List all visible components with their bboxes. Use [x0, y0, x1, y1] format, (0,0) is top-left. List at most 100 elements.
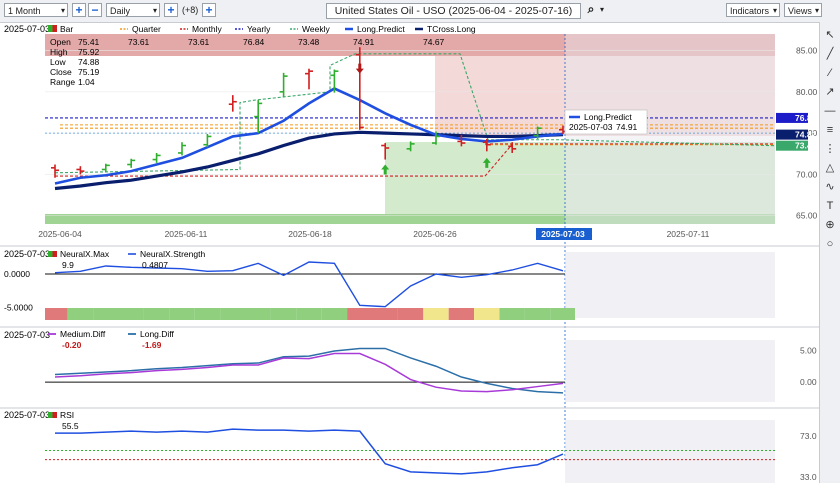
ohlc-value: 75.19 — [78, 67, 100, 77]
neural-panel: 0.0000 -5.0000 — [4, 261, 575, 320]
top-toolbar: 1 Month ▾ + − Daily ▾ + (+8) + United Stat… — [0, 0, 840, 23]
neural-band-cell — [499, 308, 525, 320]
line-icon[interactable]: ╱ — [823, 47, 837, 61]
neural-band-cell — [270, 308, 297, 320]
legend-label: RSI — [60, 410, 74, 420]
add-study-button[interactable]: + — [202, 3, 216, 17]
zoom-in-button[interactable]: + — [72, 3, 86, 17]
ohlc-label: Low — [50, 57, 66, 67]
rsi-tick: 33.0 — [800, 472, 817, 482]
ohlc-value: 74.88 — [78, 57, 100, 67]
date-tick: 2025-06-18 — [288, 229, 332, 239]
diff-tick: 5.00 — [800, 345, 817, 355]
hline-icon[interactable]: — — [823, 104, 837, 118]
arrow-icon[interactable]: ↗ — [823, 85, 837, 99]
channel-icon[interactable]: ≡ — [823, 123, 837, 137]
long-predict-tooltip: Long.Predict 2025-07-03 74.91 — [564, 109, 648, 135]
legend-value: 74.67 — [423, 37, 445, 47]
legend-label: Yearly — [247, 24, 271, 34]
legend-swatch-up — [48, 412, 53, 418]
chevron-down-icon: ▾ — [60, 6, 65, 15]
chevron-down-icon: ▾ — [814, 6, 819, 15]
zoom-icon[interactable]: ⊕ — [823, 218, 837, 232]
neural-band-cell — [372, 308, 398, 320]
search-icon[interactable]: ⌕ — [584, 3, 598, 17]
interval-select[interactable]: Daily ▾ — [106, 3, 160, 17]
zoom-out-button[interactable]: − — [88, 3, 102, 17]
chevron-down-icon: ▾ — [152, 6, 157, 15]
add-indicator-button[interactable]: + — [164, 3, 178, 17]
neural-date: 2025-07-03 — [4, 249, 50, 259]
neural-band-cell — [347, 308, 373, 320]
indicator-count: (+8) — [182, 5, 199, 15]
medium-diff-line — [54, 352, 564, 393]
price-axis: 85.0080.0075.0070.0065.0076.8474.8273.48 — [776, 46, 818, 221]
tooltip-date: 2025-07-03 — [569, 122, 613, 132]
drawing-tools-bar: ↖ ╱ ⁄ ↗ — ≡ ⋮ △ ∿ T ⊕ ○ — [819, 22, 840, 483]
ohlc-label: Close — [50, 67, 72, 77]
date-axis: 2025-06-04 2025-06-11 2025-06-18 2025-06-26… — [38, 228, 710, 240]
date-tick: 2025-07-03 — [541, 229, 585, 239]
legend-value: 73.48 — [298, 37, 320, 47]
ohlc-label: Open — [50, 37, 71, 47]
views-label: Views — [788, 6, 812, 16]
ohlc-value: 75.41 — [78, 37, 100, 47]
views-menu[interactable]: Views ▾ — [784, 3, 822, 17]
tooltip-value: 74.91 — [616, 122, 638, 132]
date-tick: 2025-06-11 — [165, 229, 208, 239]
ray-icon[interactable]: ⁄ — [823, 66, 837, 80]
tooltip-title: Long.Predict — [584, 112, 632, 122]
neural-band-cell — [423, 308, 449, 320]
neural-band-cell — [296, 308, 322, 320]
rsi-future-zone — [565, 420, 775, 483]
legend-label: Medium.Diff — [60, 329, 106, 339]
neural-band-cell — [93, 308, 119, 320]
period-value: 1 Month — [8, 6, 41, 16]
indicators-label: Indicators — [730, 6, 770, 16]
main-date: 2025-07-03 — [4, 24, 50, 34]
ohlc-value: 1.04 — [78, 77, 95, 87]
rsi-tick: 73.0 — [800, 431, 817, 441]
neural-band-cell — [67, 308, 94, 320]
diff-future-zone — [565, 340, 775, 402]
diff-tick: 0.00 — [800, 377, 817, 387]
legend-value: 73.61 — [128, 37, 150, 47]
ohlc-label: High — [50, 47, 68, 57]
legend-value: 55.5 — [62, 421, 79, 431]
neural-band-cell — [143, 308, 170, 320]
date-tick: 2025-06-04 — [38, 229, 82, 239]
neural-band-cell — [169, 308, 195, 320]
ohlc-label: Range — [50, 77, 75, 87]
neural-band-cell — [448, 308, 475, 320]
fib-icon[interactable]: ⋮ — [823, 142, 837, 156]
date-tick: 2025-07-11 — [667, 229, 710, 239]
price-tick: 65.00 — [796, 211, 818, 221]
diff-date: 2025-07-03 — [4, 330, 50, 340]
period-select[interactable]: 1 Month ▾ — [4, 3, 68, 17]
date-tick: 2025-06-26 — [413, 229, 457, 239]
chart-area[interactable]: 2025-07-03 Bar Quarter Monthly Yearly Weekly… — [0, 22, 820, 483]
legend-value: -0.20 — [62, 340, 82, 350]
legend-label: Long.Diff — [140, 329, 175, 339]
chart-title: United States Oil - USO (2025-06-04 - 20… — [334, 5, 573, 17]
neural-tick: 0.0000 — [4, 269, 30, 279]
triangle-icon[interactable]: △ — [823, 161, 837, 175]
neural-band-cell — [524, 308, 551, 320]
legend-label: TCross.Long — [427, 24, 476, 34]
neural-tick: -5.0000 — [4, 302, 33, 312]
text-icon[interactable]: T — [823, 199, 837, 213]
price-badge-label: 74.82 — [795, 130, 817, 140]
bar-legend-icon-up — [48, 25, 53, 32]
neural-band-cell — [245, 308, 271, 320]
legend-label: Bar — [60, 24, 73, 34]
chevron-down-icon[interactable]: ▾ — [600, 5, 604, 14]
circle-icon[interactable]: ○ — [823, 237, 837, 251]
chart-title-field[interactable]: United States Oil - USO (2025-06-04 - 20… — [326, 3, 581, 19]
indicators-menu[interactable]: Indicators ▾ — [726, 3, 780, 17]
pointer-icon[interactable]: ↖ — [823, 28, 837, 42]
chevron-down-icon: ▾ — [772, 6, 777, 15]
neural-band-cell — [194, 308, 221, 320]
legend-value: 9.9 — [62, 260, 74, 270]
legend-value: 76.84 — [243, 37, 265, 47]
curve-icon[interactable]: ∿ — [823, 180, 837, 194]
